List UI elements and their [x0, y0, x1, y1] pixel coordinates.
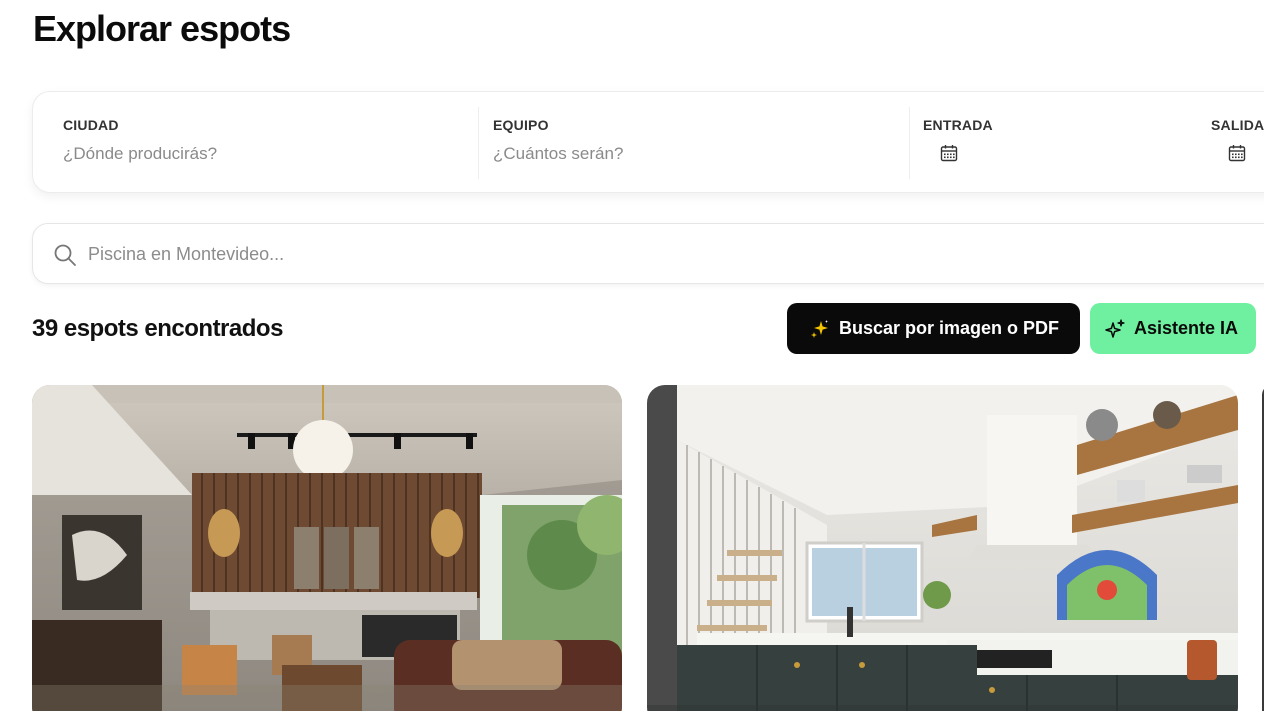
city-field[interactable]: CIUDAD ¿Dónde producirás? — [33, 92, 478, 192]
team-field[interactable]: EQUIPO ¿Cuántos serán? — [463, 92, 908, 192]
kitchen-photo — [647, 385, 1238, 711]
listing-card[interactable] — [32, 385, 622, 711]
calendar-icon[interactable] — [1228, 144, 1246, 162]
sparkles-icon — [811, 319, 828, 338]
city-placeholder: ¿Dónde producirás? — [63, 144, 218, 163]
results-count: 39 espots encontrados — [32, 315, 283, 342]
team-label: EQUIPO — [493, 117, 549, 133]
booking-filter-bar: CIUDAD ¿Dónde producirás? EQUIPO ¿Cuánto… — [32, 91, 1264, 193]
ai-assistant-button[interactable]: Asistente IA — [1090, 303, 1256, 354]
image-search-label: Buscar por imagen o PDF — [839, 318, 1060, 338]
checkin-field[interactable]: ENTRADA — [893, 92, 1153, 192]
page-title: Explorar espots — [33, 8, 291, 49]
image-search-button[interactable]: Buscar por imagen o PDF — [787, 303, 1080, 354]
calendar-icon[interactable] — [940, 144, 958, 162]
ai-assistant-label: Asistente IA — [1134, 318, 1239, 338]
checkout-label: SALIDA — [1211, 117, 1264, 133]
sparkles-icon — [1105, 318, 1125, 338]
search-icon — [54, 244, 76, 266]
team-placeholder: ¿Cuántos serán? — [493, 144, 624, 163]
checkout-field[interactable]: SALIDA — [1181, 92, 1264, 192]
search-bar — [32, 223, 1264, 284]
search-input[interactable] — [88, 238, 988, 270]
listing-card[interactable] — [647, 385, 1238, 711]
checkin-label: ENTRADA — [923, 117, 993, 133]
living-room-photo — [32, 385, 622, 711]
city-label: CIUDAD — [63, 117, 119, 133]
